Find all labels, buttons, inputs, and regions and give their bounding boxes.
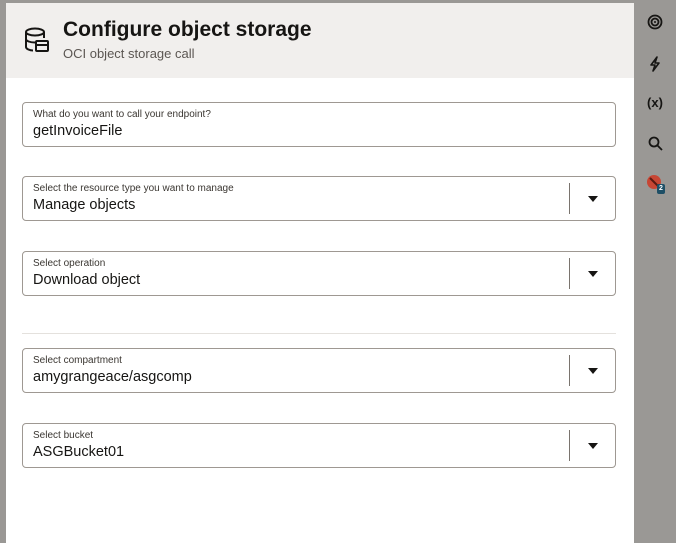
page-subtitle: OCI object storage call: [63, 46, 195, 61]
variable-icon: (x): [647, 94, 663, 110]
bucket-label: Select bucket: [33, 430, 94, 441]
right-toolbar: (x) 2: [634, 0, 676, 543]
panel-header: Configure object storage OCI object stor…: [6, 3, 634, 78]
caret-down-icon: [587, 442, 598, 449]
search-button[interactable]: [642, 130, 668, 156]
page-title: Configure object storage: [63, 18, 312, 41]
target-icon: [647, 14, 663, 30]
compartment-select[interactable]: Select compartment amygrangeace/asgcomp: [22, 348, 616, 393]
caret-down-icon: [587, 195, 598, 202]
operation-label: Select operation: [33, 258, 106, 269]
endpoint-name-label: What do you want to call your endpoint?: [33, 109, 211, 120]
variables-button[interactable]: (x): [642, 89, 668, 115]
operation-value: Download object: [33, 272, 141, 288]
bucket-value: ASGBucket01: [33, 444, 125, 460]
database-storage-icon: [25, 27, 49, 52]
lightning-icon: [650, 56, 660, 72]
operation-select[interactable]: Select operation Download object: [22, 251, 616, 296]
errors-button[interactable]: 2: [642, 170, 668, 196]
search-icon: [648, 136, 663, 151]
compartment-value: amygrangeace/asgcomp: [33, 369, 192, 385]
compartment-label: Select compartment: [33, 355, 122, 366]
bucket-select[interactable]: Select bucket ASGBucket01: [22, 423, 616, 468]
endpoint-name-value[interactable]: getInvoiceFile: [33, 123, 122, 139]
caret-down-icon: [587, 367, 598, 374]
operation-dropdown-button[interactable]: [570, 252, 615, 295]
resource-type-select[interactable]: Select the resource type you want to man…: [22, 176, 616, 221]
resource-type-dropdown-button[interactable]: [570, 177, 615, 220]
section-divider: [22, 333, 616, 334]
endpoint-name-field[interactable]: What do you want to call your endpoint? …: [22, 102, 616, 147]
configure-object-storage-panel: Configure object storage OCI object stor…: [6, 3, 634, 543]
compartment-dropdown-button[interactable]: [570, 349, 615, 392]
target-button[interactable]: [642, 9, 668, 35]
resource-type-value: Manage objects: [33, 197, 136, 213]
resource-type-label: Select the resource type you want to man…: [33, 183, 234, 194]
lightning-button[interactable]: [642, 51, 668, 77]
bucket-dropdown-button[interactable]: [570, 424, 615, 467]
error-count-badge: 2: [657, 184, 665, 194]
caret-down-icon: [587, 270, 598, 277]
